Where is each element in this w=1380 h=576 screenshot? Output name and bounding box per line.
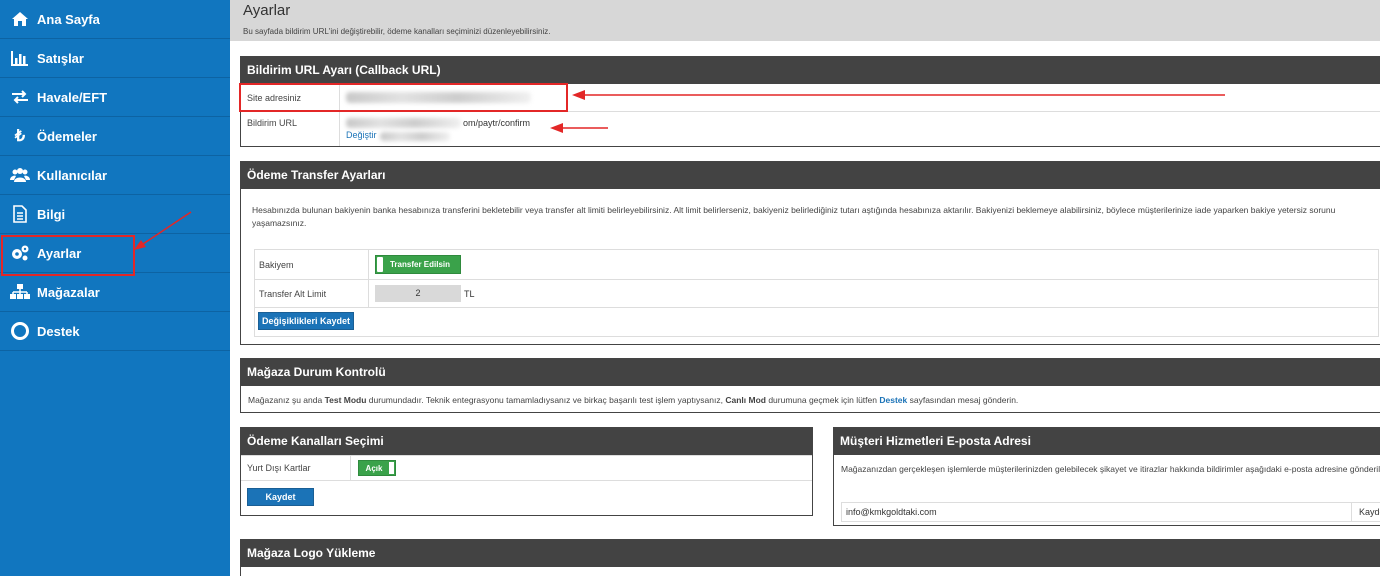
panel-title: Mağaza Logo Yükleme [241, 540, 1380, 567]
sidebar-item-info[interactable]: Bilgi [0, 195, 230, 234]
toggle-knob [389, 462, 394, 474]
sidebar-item-label: Kullanıcılar [37, 167, 108, 183]
sidebar-item-users[interactable]: Kullanıcılar [0, 156, 230, 195]
balance-row: Bakiyem Transfer Edilsin [255, 249, 1378, 280]
limit-input[interactable]: 2 [375, 285, 461, 302]
sidebar-item-support[interactable]: Destek [0, 312, 230, 351]
foreign-cards-toggle-label: Açık [365, 463, 383, 473]
page-title: Ayarlar [243, 2, 291, 19]
toggle-knob [377, 257, 383, 272]
panel-title: Ödeme Kanalları Seçimi [241, 428, 812, 455]
panel-title: Müşteri Hizmetleri E-posta Adresi [834, 428, 1380, 455]
sidebar-item-label: Ayarlar [37, 245, 82, 261]
main-content: Ayarlar Bu sayfada bildirim URL'ini deği… [230, 0, 1380, 576]
sidebar-item-settings[interactable]: Ayarlar [0, 234, 230, 276]
balance-label: Bakiyem [255, 249, 369, 280]
limit-label: Transfer Alt Limit [255, 279, 369, 308]
sidebar-item-transfer[interactable]: Havale/EFT [0, 78, 230, 117]
save-channels-button[interactable]: Kaydet [247, 488, 314, 506]
email-input-group: info@kmkgoldtaki.com Kaydet [841, 502, 1380, 522]
live-mode-label: Canlı Mod [725, 395, 766, 405]
transfer-form: Bakiyem Transfer Edilsin Transfer Alt Li… [254, 249, 1379, 337]
notify-url-row: Bildirim URL om/paytr/confirm Değiştir [241, 112, 1380, 146]
users-icon [10, 166, 30, 184]
annotation-arrow [572, 90, 1225, 100]
sidebar-item-stores[interactable]: Mağazalar [0, 273, 230, 312]
email-input[interactable]: info@kmkgoldtaki.com [842, 503, 1352, 521]
status-text-part: Mağazanız şu anda [248, 395, 325, 405]
lira-icon: ₺ [14, 128, 26, 145]
panel-title: Bildirim URL Ayarı (Callback URL) [241, 57, 1380, 84]
limit-unit: TL [464, 288, 475, 299]
page-subtitle: Bu sayfada bildirim URL'ini değiştirebil… [243, 27, 551, 36]
save-email-button[interactable]: Kaydet [1352, 503, 1380, 521]
sidebar-item-label: Ödemeler [37, 128, 97, 144]
logo-upload-panel: Mağaza Logo Yükleme [240, 539, 1380, 576]
status-text-part: sayfasından mesaj gönderin. [907, 395, 1019, 405]
balance-toggle[interactable]: Transfer Edilsin [375, 255, 461, 274]
notify-url-value: om/paytr/confirm [463, 118, 531, 128]
limit-row: Transfer Alt Limit 2 TL [255, 279, 1378, 308]
sidebar-item-label: Destek [37, 323, 80, 339]
lifebuoy-icon [10, 322, 30, 340]
document-icon [10, 205, 30, 223]
support-link[interactable]: Destek [879, 395, 907, 405]
home-icon [10, 10, 30, 28]
foreign-cards-row: Yurt Dışı Kartlar Açık [241, 455, 812, 481]
site-address-value [340, 92, 531, 103]
sidebar-item-label: Havale/EFT [37, 89, 108, 105]
sidebar-item-sales[interactable]: Satışlar [0, 39, 230, 78]
support-email-description: Mağazanızdan gerçekleşen işlemlerde müşt… [841, 464, 1380, 474]
sidebar-item-payments[interactable]: ₺ Ödemeler [0, 117, 230, 156]
gears-icon [10, 244, 30, 262]
support-email-panel: Müşteri Hizmetleri E-posta Adresi Mağaza… [833, 427, 1380, 526]
sidebar-item-label: Mağazalar [37, 284, 100, 300]
sitemap-icon [10, 283, 30, 301]
status-text-part: durumundadır. Teknik entegrasyonu tamaml… [366, 395, 726, 405]
panel-title: Mağaza Durum Kontrolü [241, 359, 1380, 386]
exchange-icon [10, 88, 30, 106]
transfer-settings-panel: Ödeme Transfer Ayarları Hesabınızda bulu… [240, 161, 1380, 345]
test-mode-label: Test Modu [324, 395, 367, 405]
store-status-text: Mağazanız şu anda Test Modu durumundadır… [241, 386, 1380, 405]
store-status-panel: Mağaza Durum Kontrolü Mağazanız şu anda … [240, 358, 1380, 413]
sidebar-item-label: Satışlar [37, 50, 84, 66]
sidebar-item-label: Bilgi [37, 206, 66, 222]
payment-channels-panel: Ödeme Kanalları Seçimi Yurt Dışı Kartlar… [240, 427, 813, 516]
foreign-cards-toggle[interactable]: Açık [358, 460, 396, 476]
balance-toggle-label: Transfer Edilsin [389, 260, 451, 269]
bar-chart-icon [10, 49, 30, 67]
annotation-arrow [134, 211, 192, 250]
status-text-part: durumuna geçmek için lütfen [765, 395, 880, 405]
save-transfer-button[interactable]: Değişiklikleri Kaydet [258, 312, 354, 330]
sidebar: Ana Sayfa Satışlar Havale/EFT ₺ Ödemeler… [0, 0, 230, 576]
sidebar-item-label: Ana Sayfa [37, 11, 100, 27]
foreign-cards-label: Yurt Dışı Kartlar [241, 455, 351, 481]
page-header: Ayarlar Bu sayfada bildirim URL'ini deği… [230, 0, 1380, 41]
annotation-arrow [550, 123, 608, 133]
site-address-label: Site adresiniz [241, 83, 340, 112]
sidebar-item-home[interactable]: Ana Sayfa [0, 0, 230, 39]
panel-title: Ödeme Transfer Ayarları [241, 162, 1380, 189]
notify-url-label: Bildirim URL [241, 112, 340, 146]
transfer-description: Hesabınızda bulunan bakiyenin banka hesa… [252, 205, 1336, 228]
